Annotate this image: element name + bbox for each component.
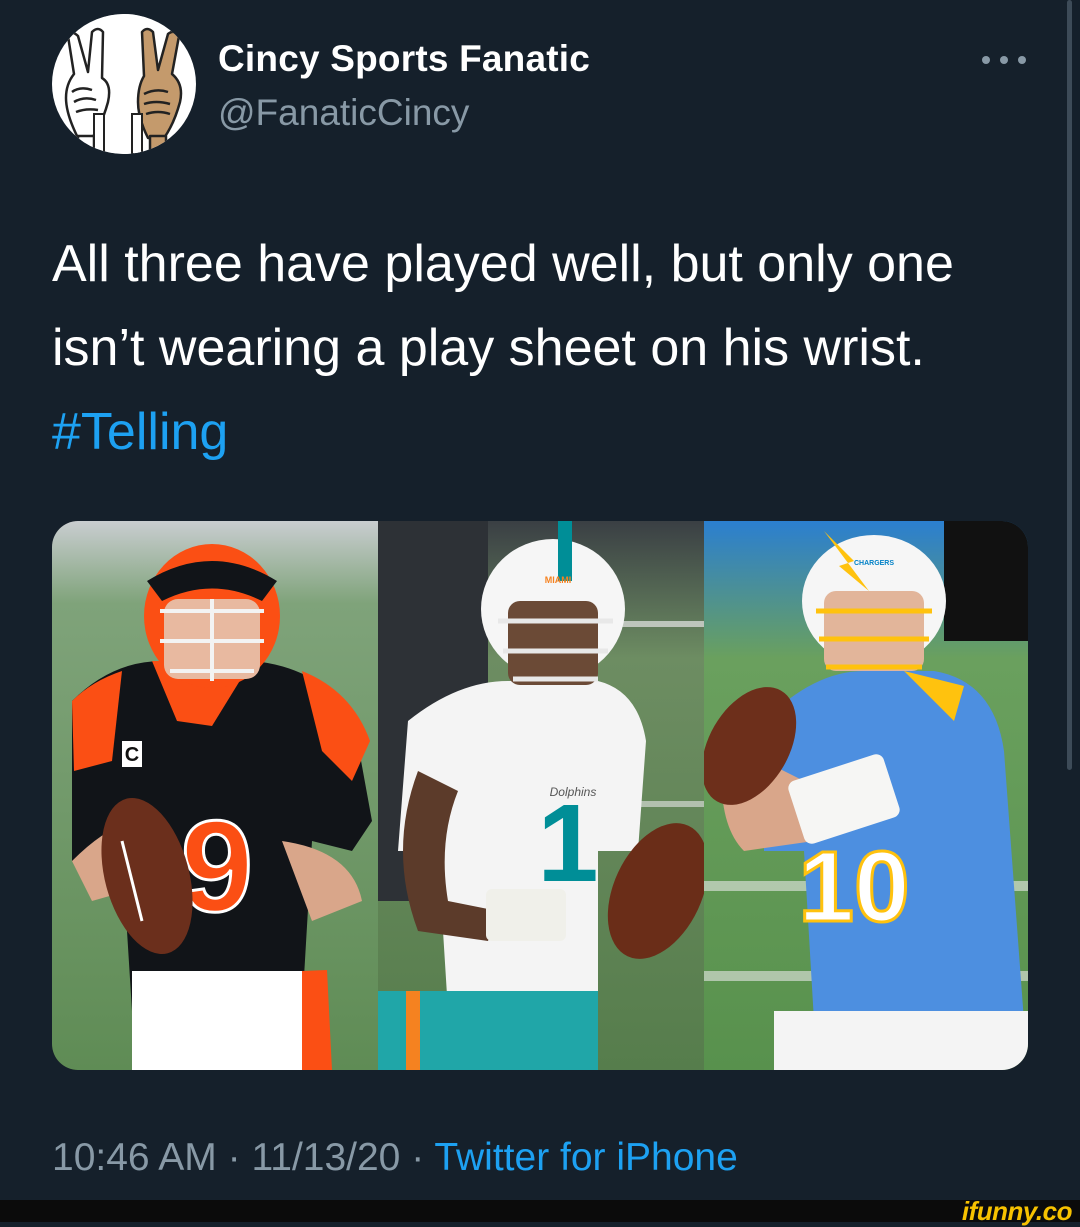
media-panel-dolphins: MIAMI 1 Dolphins — [378, 521, 704, 1070]
svg-text:CHARGERS: CHARGERS — [854, 560, 894, 567]
media-panel-bengals: C 9 — [52, 521, 378, 1070]
bengals-qb-photo: C 9 — [52, 521, 378, 1070]
meta-separator: · — [400, 1136, 435, 1179]
tweet-date[interactable]: 11/13/20 — [251, 1136, 400, 1179]
footer-bar — [0, 1200, 1080, 1222]
meta-separator: · — [216, 1136, 252, 1179]
tweet-time[interactable]: 10:46 AM — [52, 1136, 217, 1179]
author-display-name[interactable]: Cincy Sports Fanatic — [218, 38, 590, 80]
dolphins-qb-photo: MIAMI 1 Dolphins — [378, 521, 704, 1070]
more-horizontal-icon[interactable] — [982, 48, 1026, 72]
scrollbar[interactable] — [1067, 0, 1072, 770]
tweet-text: All three have played well, but only one… — [52, 222, 1042, 474]
svg-text:1: 1 — [537, 782, 598, 905]
watermark-logo: ifunny.co — [961, 1196, 1073, 1226]
svg-text:Dolphins: Dolphins — [550, 785, 597, 799]
tweet-source-link[interactable]: Twitter for iPhone — [434, 1136, 737, 1179]
svg-text:10: 10 — [798, 831, 909, 943]
chargers-qb-photo: 10 CHARGERS — [704, 521, 1028, 1070]
svg-text:9: 9 — [181, 793, 253, 939]
svg-text:MIAMI: MIAMI — [545, 575, 572, 585]
svg-text:C: C — [125, 744, 139, 766]
media-panel-chargers: 10 CHARGERS — [704, 521, 1028, 1070]
author-avatar[interactable] — [52, 14, 196, 154]
tweet-text-line: All three have played well, but only one — [52, 235, 954, 293]
tweet-metadata: 10:46 AM · 11/13/20 · Twitter for iPhone — [52, 1136, 738, 1180]
peace-sign-hands-icon — [54, 14, 194, 154]
author-handle[interactable]: @FanaticCincy — [218, 92, 469, 134]
tweet-text-line: isn’t wearing a play sheet on his wrist. — [52, 319, 925, 377]
tweet-media[interactable]: C 9 MIAMI 1 Dolphins 10 CHARGERS — [52, 521, 1028, 1070]
hashtag-link[interactable]: #Telling — [52, 390, 1042, 474]
